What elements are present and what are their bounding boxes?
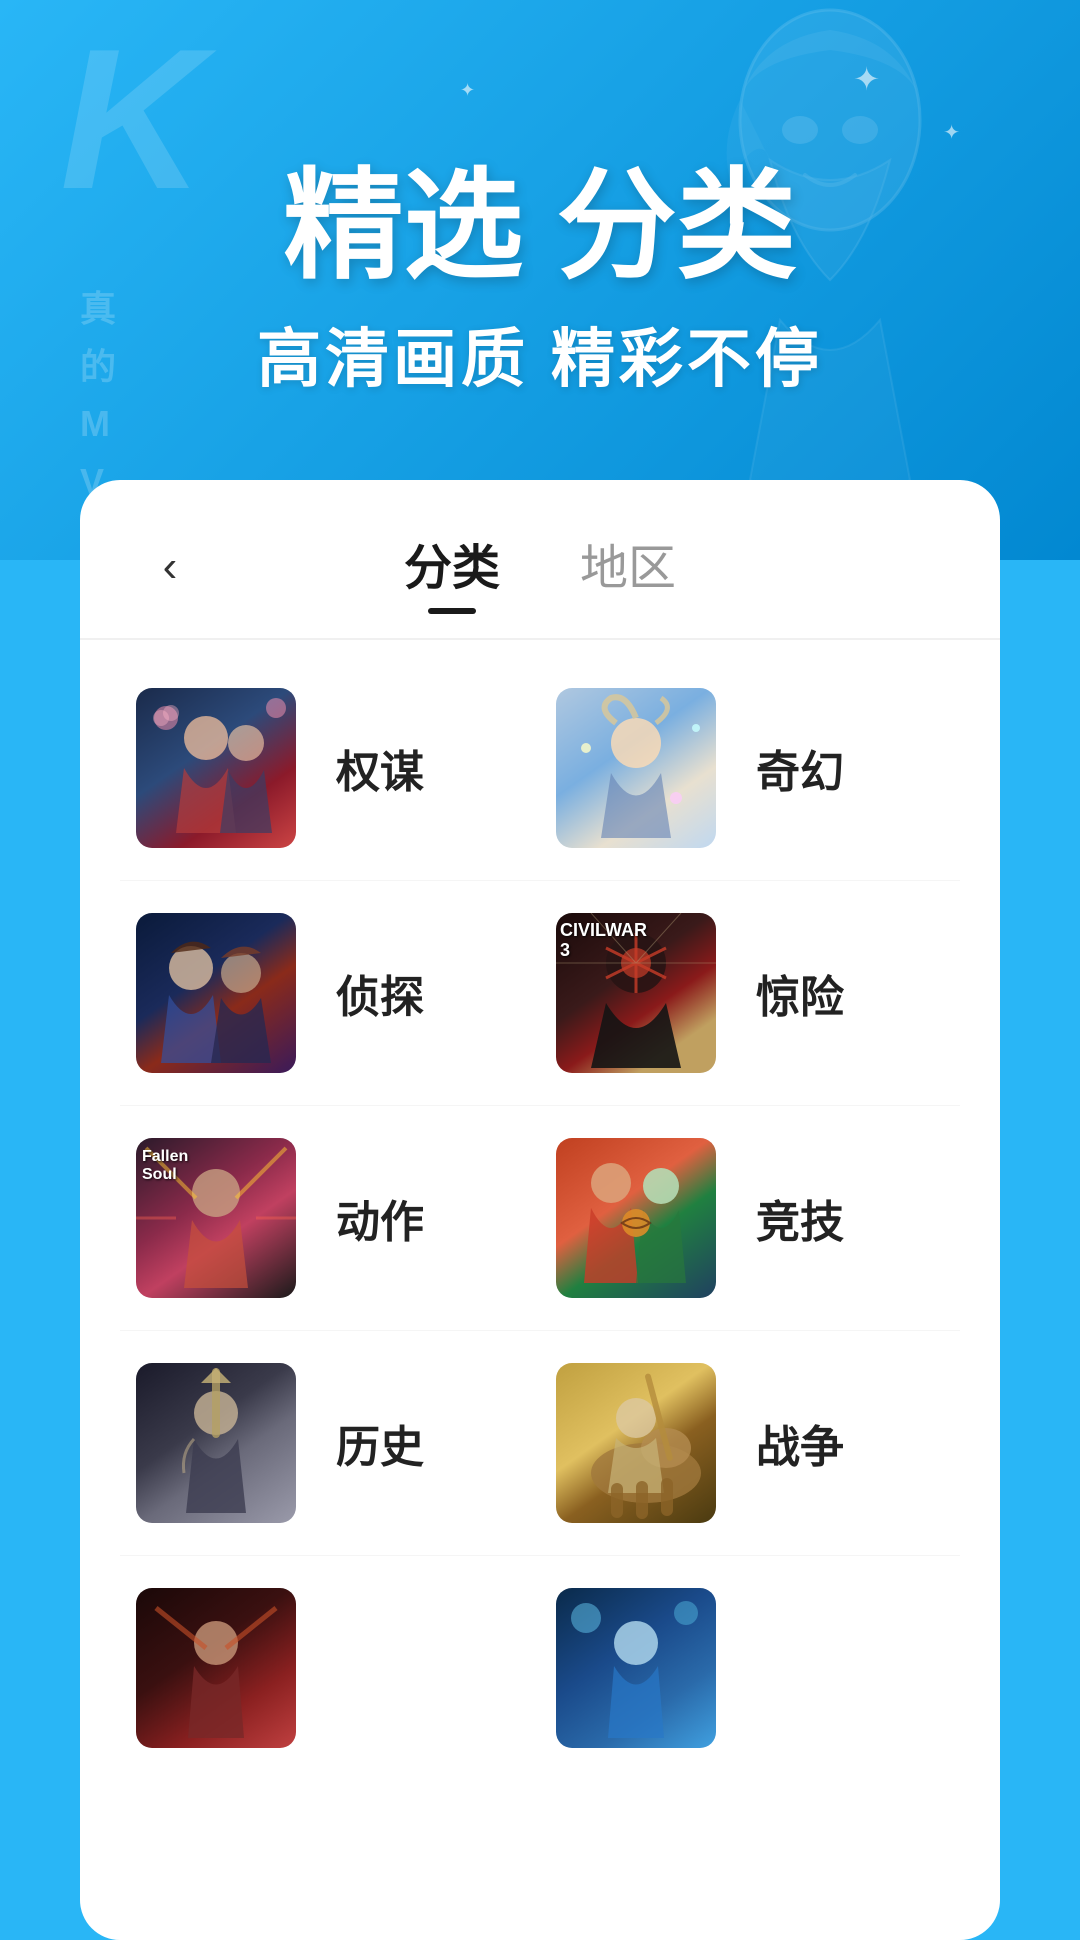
category-name-dongzuo: 动作 (336, 1186, 424, 1250)
thumb-overlay-bottom1 (136, 1588, 296, 1748)
hero-subtitle: 高清画质 精彩不停 (257, 308, 823, 400)
category-row-1: 权谋 (120, 656, 960, 881)
hero-section: K 真的MV ✦ ✦ ✦ 精选 分类 高清画质 精彩不停 (0, 0, 1080, 560)
category-thumb-jingji (556, 1138, 716, 1298)
category-name-jingxian: 惊险 (756, 961, 844, 1025)
category-row-3: FallenSoul 动作 (120, 1106, 960, 1331)
tab-category[interactable]: 分类 (404, 528, 500, 606)
hero-title-part2: 分类 (557, 159, 797, 293)
thumb-overlay-quanmou (136, 688, 296, 848)
thumb-overlay-jingji (556, 1138, 716, 1298)
tab-container: 分类 地区 (200, 528, 880, 606)
category-thumb-bottom1 (136, 1588, 296, 1748)
card-header: ‹ 分类 地区 (80, 480, 1000, 606)
category-row-5-partial (120, 1556, 960, 1756)
category-item-zhanzhen[interactable]: 战争 (540, 1355, 960, 1531)
category-item-qihuan[interactable]: 奇幻 (540, 680, 960, 856)
civilwar-overlay: CIVILWAR3 (560, 921, 647, 961)
hero-title-part1: 精选 (283, 159, 523, 293)
thumb-overlay-qihuan (556, 688, 716, 848)
category-name-zhanzhen: 战争 (756, 1411, 844, 1475)
category-thumb-zhentan (136, 913, 296, 1073)
hero-bg-letter: K (60, 20, 204, 220)
fallen-soul-overlay: FallenSoul (142, 1148, 188, 1184)
hero-title: 精选 分类 (257, 160, 823, 292)
category-thumb-bottom2 (556, 1588, 716, 1748)
tab-region[interactable]: 地区 (580, 528, 676, 606)
category-thumb-qihuan (556, 688, 716, 848)
category-thumb-zhanzhen (556, 1363, 716, 1523)
category-item-jingji[interactable]: 竞技 (540, 1130, 960, 1306)
category-name-quanmou: 权谋 (336, 736, 424, 800)
category-item-jingxian[interactable]: CIVILWAR3 惊险 (540, 905, 960, 1081)
category-thumb-dongzuo: FallenSoul (136, 1138, 296, 1298)
category-item-lishi[interactable]: 历史 (120, 1355, 540, 1531)
hero-bg-chars: 真的MV (80, 280, 116, 510)
category-row-4: 历史 (120, 1331, 960, 1556)
category-name-zhentan: 侦探 (336, 961, 424, 1025)
category-name-qihuan: 奇幻 (756, 736, 844, 800)
thumb-overlay-zhentan (136, 913, 296, 1073)
category-list: 权谋 (80, 656, 1000, 1756)
category-item-bottom1[interactable] (120, 1580, 540, 1756)
thumb-overlay-lishi (136, 1363, 296, 1523)
thumb-overlay-zhanzhen (556, 1363, 716, 1523)
header-divider (80, 638, 1000, 640)
category-item-zhentan[interactable]: 侦探 (120, 905, 540, 1081)
thumb-overlay-bottom2 (556, 1588, 716, 1748)
category-name-jingji: 竞技 (756, 1186, 844, 1250)
category-item-bottom2[interactable] (540, 1580, 960, 1756)
back-button[interactable]: ‹ (140, 537, 200, 597)
category-name-lishi: 历史 (336, 1411, 424, 1475)
main-card: ‹ 分类 地区 (80, 480, 1000, 1940)
category-row-2: 侦探 (120, 881, 960, 1106)
category-thumb-jingxian: CIVILWAR3 (556, 913, 716, 1073)
category-item-quanmou[interactable]: 权谋 (120, 680, 540, 856)
sparkle-icon-3: ✦ (460, 80, 475, 101)
category-thumb-quanmou (136, 688, 296, 848)
category-item-dongzuo[interactable]: FallenSoul 动作 (120, 1130, 540, 1306)
category-thumb-lishi (136, 1363, 296, 1523)
